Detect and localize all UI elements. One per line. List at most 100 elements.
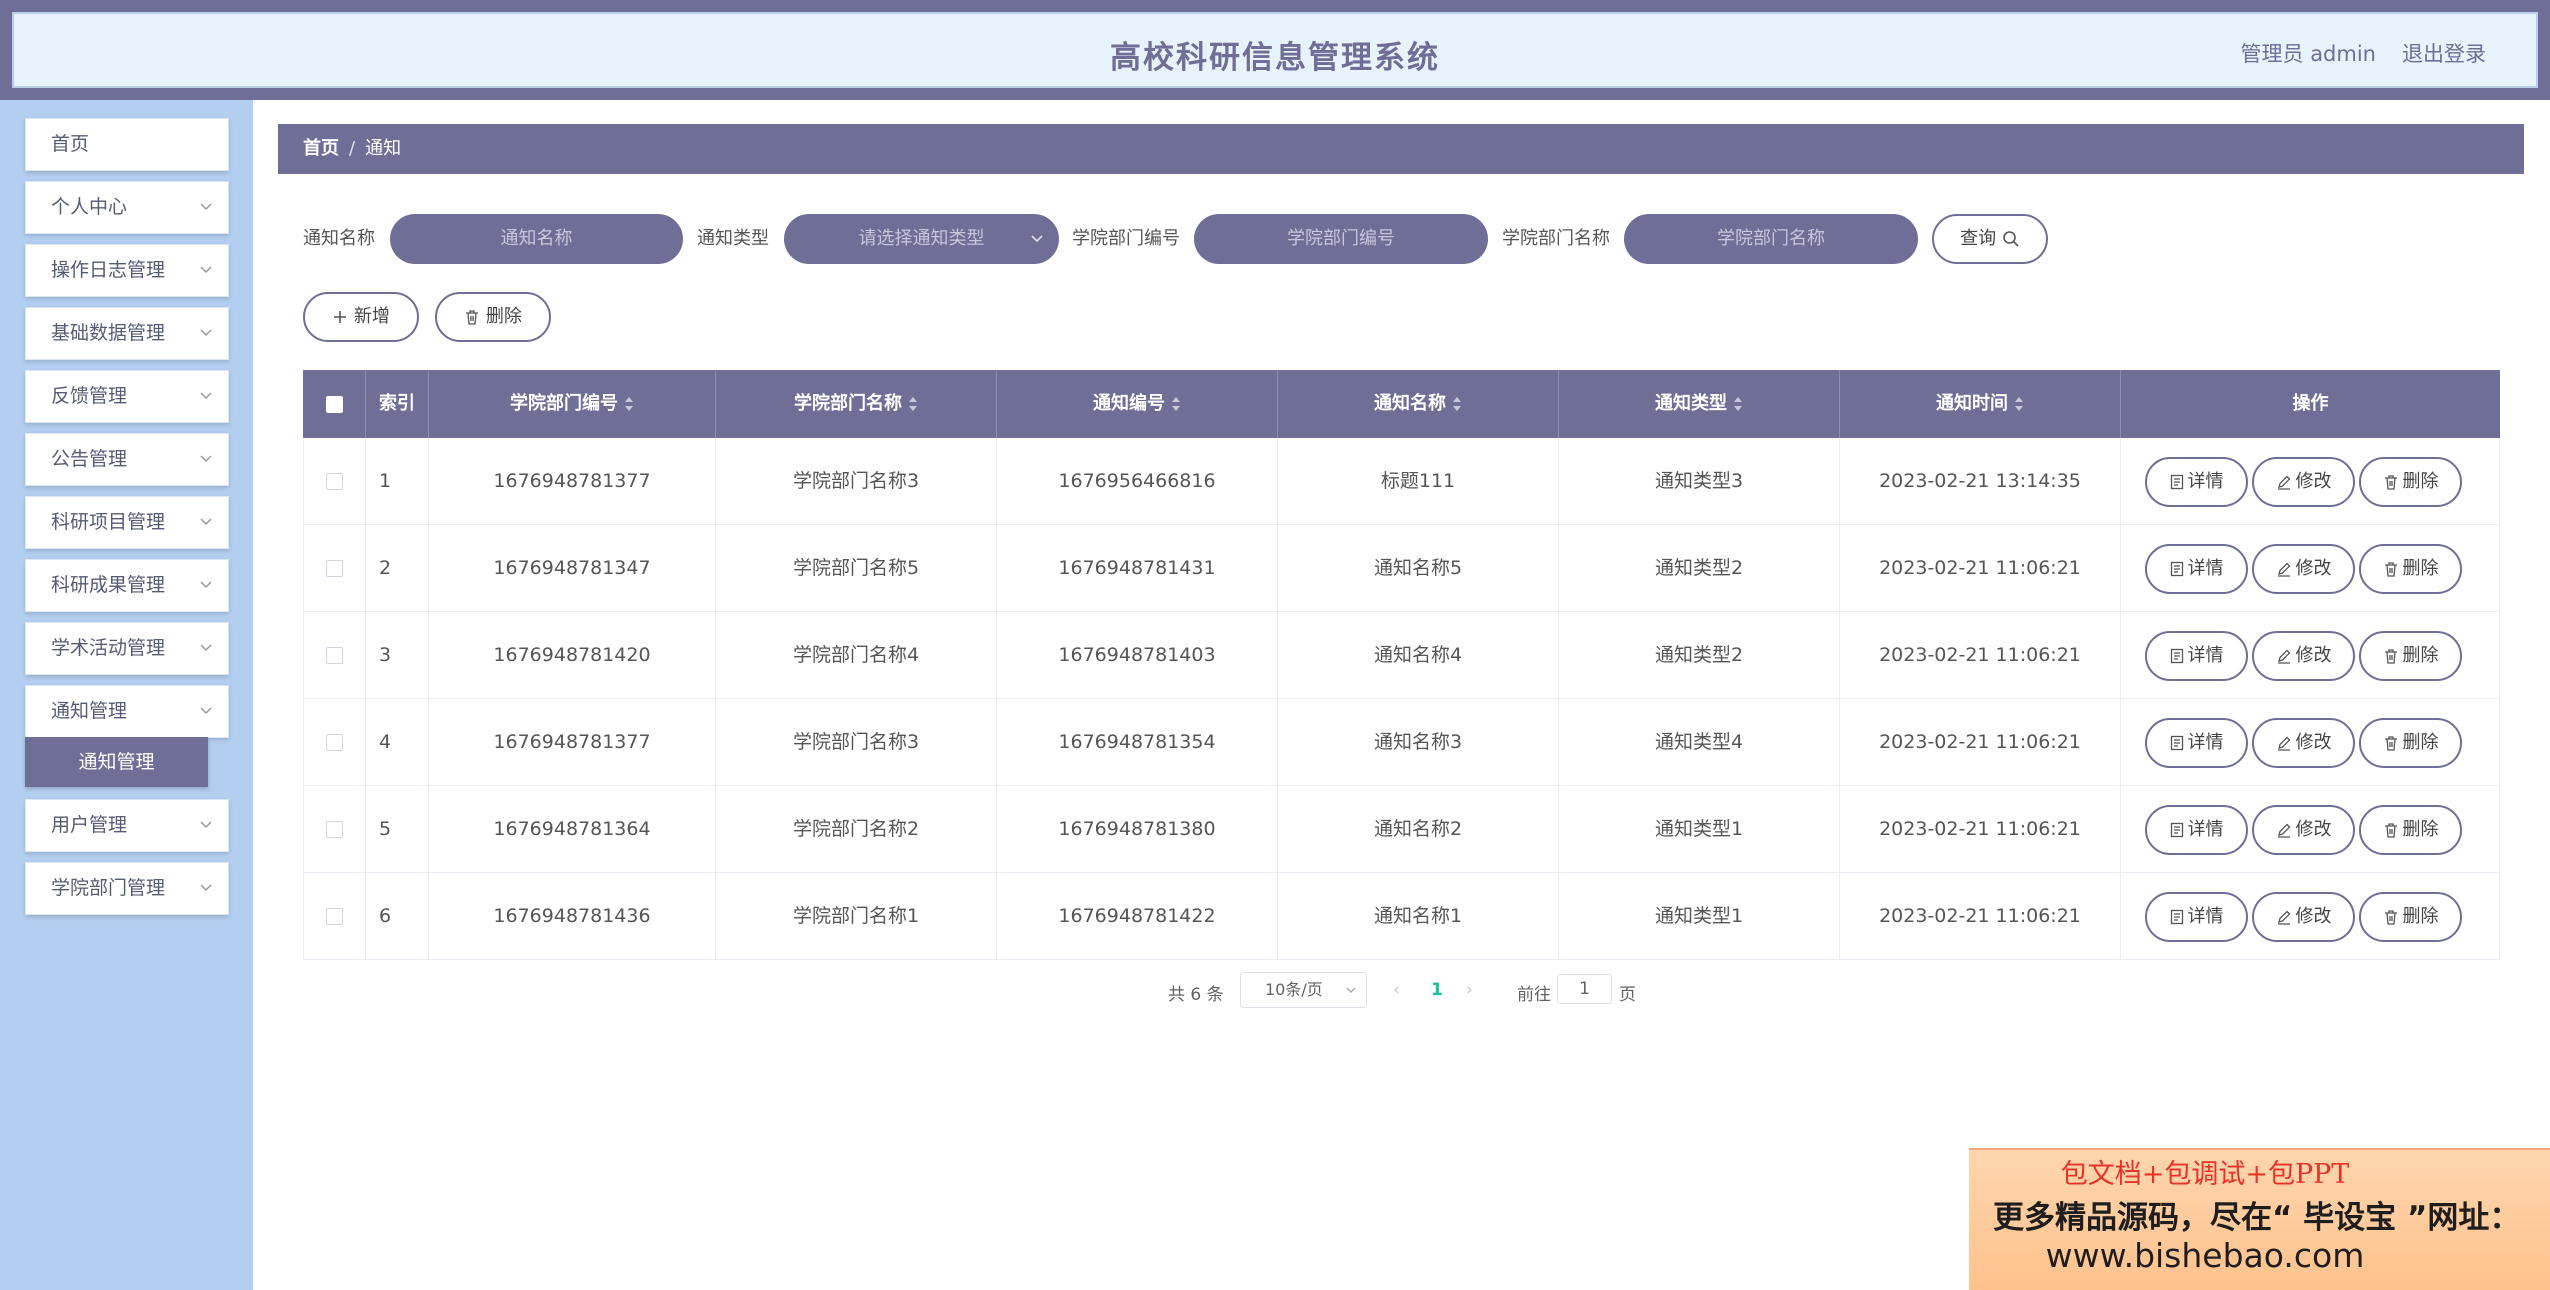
row-checkbox[interactable] <box>326 734 343 751</box>
edit-button[interactable]: 修改 <box>2252 544 2355 594</box>
prev-page-button[interactable]: ‹ <box>1393 980 1400 1000</box>
column-header-notice-type[interactable]: 通知类型 <box>1559 370 1840 438</box>
batch-delete-button[interactable]: 删除 <box>435 292 551 342</box>
sidebar-item-label: 反馈管理 <box>51 385 128 407</box>
edit-button[interactable]: 修改 <box>2252 718 2355 768</box>
dept-no-input[interactable]: 学院部门编号 <box>1194 214 1488 264</box>
detail-button[interactable]: 详情 <box>2145 805 2248 855</box>
page-number-current[interactable]: 1 <box>1431 980 1443 1000</box>
add-button[interactable]: 新增 <box>303 292 419 342</box>
select-all-checkbox[interactable] <box>325 395 343 413</box>
row-checkbox[interactable] <box>326 473 343 490</box>
sidebar-item-research-project[interactable]: 科研项目管理 <box>25 496 229 549</box>
edit-button[interactable]: 修改 <box>2252 892 2355 942</box>
sidebar-item-academic-activity[interactable]: 学术活动管理 <box>25 622 229 675</box>
column-header-dept-name[interactable]: 学院部门名称 <box>716 370 997 438</box>
delete-button[interactable]: 删除 <box>2359 631 2462 681</box>
sidebar-item-announcement[interactable]: 公告管理 <box>25 433 229 486</box>
cell-notice-no-text: 1676948781354 <box>1058 731 1216 753</box>
row-checkbox[interactable] <box>326 647 343 664</box>
sidebar-subitem-notice-management[interactable]: 通知管理 <box>25 737 208 787</box>
sidebar-item-user[interactable]: 用户管理 <box>25 799 229 852</box>
query-button[interactable]: 查询 <box>1932 214 2048 264</box>
column-header-notice-name[interactable]: 通知名称 <box>1278 370 1559 438</box>
sort-icon[interactable] <box>624 396 634 412</box>
edit-button[interactable]: 修改 <box>2252 457 2355 507</box>
row-checkbox[interactable] <box>326 908 343 925</box>
cell-dept-name: 学院部门名称4 <box>716 612 997 699</box>
cell-notice-time-text: 2023-02-21 11:06:21 <box>1879 905 2081 927</box>
notice-name-input[interactable]: 通知名称 <box>390 214 683 264</box>
delete-button[interactable]: 删除 <box>2359 718 2462 768</box>
column-header-notice-time[interactable]: 通知时间 <box>1840 370 2121 438</box>
column-header-label: 通知编号 <box>1093 393 1165 414</box>
delete-button[interactable]: 删除 <box>2359 805 2462 855</box>
sort-icon[interactable] <box>1171 396 1181 412</box>
sidebar-item-base-data[interactable]: 基础数据管理 <box>25 307 229 360</box>
cell-notice-time: 2023-02-21 11:06:21 <box>1840 612 2121 699</box>
delete-button[interactable]: 删除 <box>2359 457 2462 507</box>
detail-button[interactable]: 详情 <box>2145 718 2248 768</box>
cell-notice-type: 通知类型1 <box>1559 873 1840 960</box>
sidebar: 首页 个人中心 操作日志管理 基础数据管理 反馈管理 公告管理 科研项目管理 科… <box>0 100 253 1290</box>
detail-button[interactable]: 详情 <box>2145 457 2248 507</box>
logout-link[interactable]: 退出登录 <box>2402 38 2486 68</box>
next-page-button[interactable]: › <box>1466 980 1473 1000</box>
sort-icon[interactable] <box>2014 396 2024 412</box>
sidebar-item-feedback[interactable]: 反馈管理 <box>25 370 229 423</box>
sort-icon[interactable] <box>908 396 918 412</box>
plus-icon <box>334 311 347 323</box>
cell-notice-name-text: 通知名称4 <box>1373 644 1463 666</box>
detail-button[interactable]: 详情 <box>2145 544 2248 594</box>
sort-icon[interactable] <box>1452 396 1462 412</box>
sidebar-item-operation-log[interactable]: 操作日志管理 <box>25 244 229 297</box>
column-header-dept-no[interactable]: 学院部门编号 <box>429 370 716 438</box>
edit-button-label: 修改 <box>2295 645 2332 666</box>
delete-button[interactable]: 删除 <box>2359 544 2462 594</box>
delete-button[interactable]: 删除 <box>2359 892 2462 942</box>
row-select-cell <box>303 438 366 525</box>
edit-button[interactable]: 修改 <box>2252 805 2355 855</box>
cell-dept-no-text: 1676948781347 <box>493 557 651 579</box>
sidebar-item-label: 操作日志管理 <box>51 259 166 281</box>
cell-dept-no: 1676948781420 <box>429 612 716 699</box>
breadcrumb-home[interactable]: 首页 <box>303 138 339 159</box>
chevron-down-icon <box>200 644 212 652</box>
cell-dept-no: 1676948781377 <box>429 438 716 525</box>
row-checkbox[interactable] <box>326 560 343 577</box>
edit-icon <box>2277 475 2290 490</box>
cell-notice-type: 通知类型3 <box>1559 438 1840 525</box>
sidebar-item-notice[interactable]: 通知管理 <box>25 685 229 738</box>
cell-notice-type-text: 通知类型1 <box>1654 905 1744 927</box>
sidebar-item-home[interactable]: 首页 <box>25 118 229 171</box>
edit-button-label: 修改 <box>2295 819 2332 840</box>
goto-page-input[interactable]: 1 <box>1557 974 1612 1004</box>
edit-button[interactable]: 修改 <box>2252 631 2355 681</box>
cell-notice-name: 通知名称3 <box>1278 699 1559 786</box>
detail-button[interactable]: 详情 <box>2145 892 2248 942</box>
sidebar-item-personal-center[interactable]: 个人中心 <box>25 181 229 234</box>
column-header-index: 索引 <box>366 370 429 438</box>
column-header-notice-no[interactable]: 通知编号 <box>997 370 1278 438</box>
sidebar-item-label: 科研成果管理 <box>51 574 166 596</box>
sort-icon[interactable] <box>1733 396 1743 412</box>
page-size-select[interactable]: 10条/页 <box>1240 972 1367 1008</box>
cell-dept-name-text: 学院部门名称4 <box>792 644 920 666</box>
row-select-cell <box>303 699 366 786</box>
edit-button-label: 修改 <box>2295 558 2332 579</box>
dept-name-input[interactable]: 学院部门名称 <box>1624 214 1918 264</box>
detail-button-label: 详情 <box>2187 471 2224 492</box>
cell-actions: 详情 修改 删除 <box>2121 699 2500 786</box>
cell-dept-no-text: 1676948781364 <box>493 818 651 840</box>
app-title: 高校科研信息管理系统 <box>1110 40 1440 76</box>
search-icon <box>2003 231 2019 247</box>
sidebar-item-label: 学院部门管理 <box>51 877 166 899</box>
cell-notice-time-text: 2023-02-21 11:06:21 <box>1879 818 2081 840</box>
detail-button[interactable]: 详情 <box>2145 631 2248 681</box>
cell-notice-no: 1676956466816 <box>997 438 1278 525</box>
row-checkbox[interactable] <box>326 821 343 838</box>
row-select-cell <box>303 525 366 612</box>
sidebar-item-research-result[interactable]: 科研成果管理 <box>25 559 229 612</box>
sidebar-item-department[interactable]: 学院部门管理 <box>25 862 229 915</box>
notice-type-select[interactable]: 请选择通知类型 <box>784 214 1059 264</box>
